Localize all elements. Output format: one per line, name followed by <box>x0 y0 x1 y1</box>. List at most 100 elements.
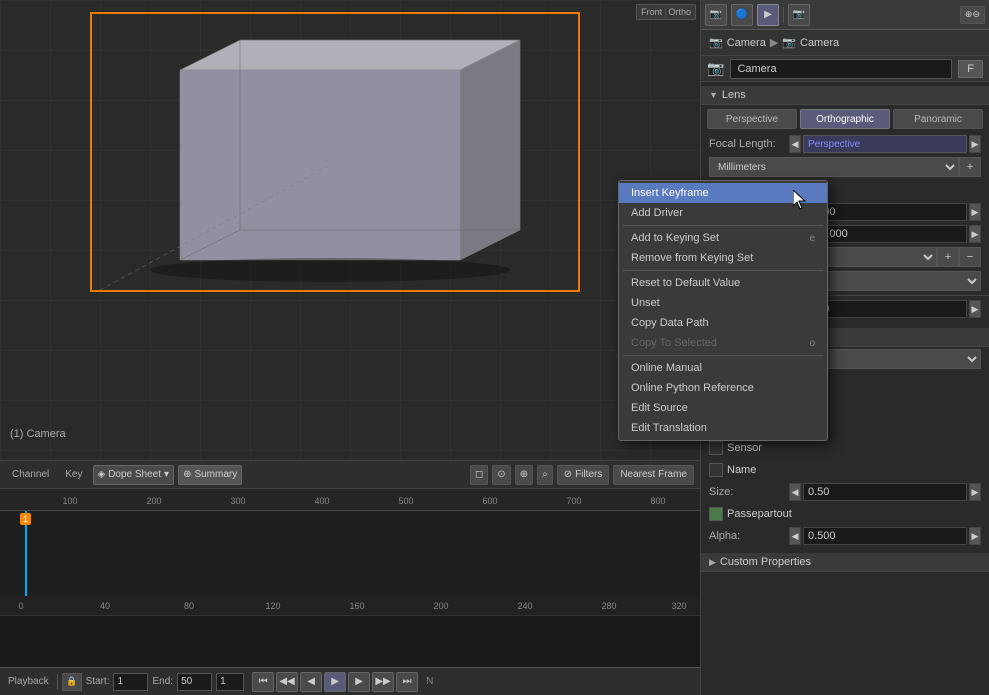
render-icon-btn[interactable]: 📷 <box>705 4 727 26</box>
panel-options-btn[interactable]: ⊕⊖ <box>960 6 985 24</box>
tab-panoramic[interactable]: Panoramic <box>893 109 983 129</box>
camera-type-icon: 📷 <box>707 60 724 77</box>
timeline-content[interactable]: 1 <box>0 511 700 596</box>
end-inc[interactable]: ▶ <box>969 225 981 243</box>
camera-icon-breadcrumb: 📷 <box>709 36 723 49</box>
next-keyframe-btn[interactable]: ▶▶ <box>372 672 394 692</box>
lock-btn[interactable]: 🔒 <box>62 673 82 691</box>
world-icon-btn[interactable]: ▶ <box>757 4 779 26</box>
prev-keyframe-btn[interactable]: ◀◀ <box>276 672 298 692</box>
next-frame-btn[interactable]: ▶ <box>348 672 370 692</box>
focal-length-inc[interactable]: ▶ <box>969 135 981 153</box>
ctx-reset-default[interactable]: Reset to Default Value <box>619 273 827 293</box>
size-label: Size: <box>709 486 789 498</box>
custom-props-header[interactable]: ▶ Custom Properties <box>701 553 989 572</box>
start-frame-input[interactable] <box>113 673 148 691</box>
viewport[interactable]: (1) Camera Front | Ortho <box>0 0 700 460</box>
alpha-dec[interactable]: ◀ <box>789 527 801 545</box>
viewport-nav[interactable]: Front | Ortho <box>636 4 696 20</box>
size-control: ◀ ▶ <box>789 483 981 501</box>
scene-icon-btn[interactable]: 🔵 <box>731 4 753 26</box>
select-mode-btn[interactable]: ◻ <box>470 465 488 485</box>
millimeters-row: Millimeters + <box>701 155 989 179</box>
end-frame-input[interactable] <box>177 673 212 691</box>
breadcrumb-item-2[interactable]: Camera <box>800 37 839 49</box>
add-preset-btn[interactable]: + <box>959 157 981 177</box>
lens-tabs: Perspective Orthographic Panoramic <box>701 105 989 133</box>
rp-sep1 <box>783 7 784 23</box>
summary-btn[interactable]: ⊕ Summary <box>178 465 242 485</box>
ctx-copy-data-path[interactable]: Copy Data Path <box>619 313 827 333</box>
summary-icon: ⊕ <box>183 469 191 480</box>
ctx-online-manual[interactable]: Online Manual <box>619 358 827 378</box>
ruler-800: 800 <box>650 496 665 506</box>
distance-inc[interactable]: ▶ <box>969 300 981 318</box>
sensor-checkbox-item: Sensor <box>709 441 762 455</box>
alpha-row: Alpha: ◀ ▶ <box>701 525 989 547</box>
nav-front[interactable]: Front <box>641 7 662 17</box>
zoom-btn[interactable]: ⌕ <box>537 465 553 485</box>
ctx-copy-shortcut: o <box>809 338 815 349</box>
lens-header[interactable]: ▼ Lens <box>701 86 989 105</box>
nav-ortho[interactable]: Ortho <box>668 7 691 17</box>
sec-40: 40 <box>100 601 110 611</box>
tab-orthographic[interactable]: Orthographic <box>800 109 890 129</box>
sensor-display-label: Sensor <box>727 442 762 454</box>
alpha-inc[interactable]: ▶ <box>969 527 981 545</box>
sec-160: 160 <box>349 601 364 611</box>
breadcrumb: 📷 Camera ▶ 📷 Camera <box>701 30 989 56</box>
dope-sheet-arrow: ▾ <box>164 469 169 480</box>
size-input[interactable] <box>803 483 967 501</box>
prev-frame-btn[interactable]: ◀ <box>300 672 322 692</box>
current-frame-input[interactable] <box>216 673 244 691</box>
ctx-sep1 <box>623 225 823 226</box>
nearest-frame-btn[interactable]: Nearest Frame <box>613 465 694 485</box>
onion-btn[interactable]: ⊙ <box>492 465 510 485</box>
ctx-add-keying-set[interactable]: Add to Keying Set e <box>619 228 827 248</box>
timeline-ruler: 100 200 300 400 500 600 700 800 <box>0 489 700 511</box>
ctx-insert-keyframe[interactable]: Insert Keyframe <box>619 183 827 203</box>
playback-bar: Playback 🔒 Start: End: ⏮ ◀◀ ◀ ▶ ▶ ▶▶ ⏭ N <box>0 667 700 695</box>
millimeters-select[interactable]: Millimeters <box>709 157 959 177</box>
size-dec[interactable]: ◀ <box>789 483 801 501</box>
alpha-input[interactable] <box>803 527 967 545</box>
focal-length-value[interactable]: Perspective <box>803 135 967 153</box>
name-checkbox[interactable] <box>709 463 723 477</box>
jump-start-btn[interactable]: ⏮ <box>252 672 274 692</box>
breadcrumb-item-1[interactable]: Camera <box>727 37 766 49</box>
passepartout-label: Passepartout <box>727 508 792 520</box>
ctx-unset[interactable]: Unset <box>619 293 827 313</box>
sec-0: 0 <box>18 601 23 611</box>
size-inc[interactable]: ▶ <box>969 483 981 501</box>
tab-perspective[interactable]: Perspective <box>707 109 797 129</box>
ctx-sep3 <box>623 355 823 356</box>
ctx-edit-source[interactable]: Edit Source <box>619 398 827 418</box>
timeline[interactable]: Channel Key ◈ Dope Sheet ▾ ⊕ Summary ◻ ⊙… <box>0 460 700 615</box>
ctx-remove-keying-set[interactable]: Remove from Keying Set <box>619 248 827 268</box>
key-label: Key <box>59 465 88 485</box>
focal-length-control: ◀ Perspective ▶ <box>789 135 981 153</box>
focal-length-dec[interactable]: ◀ <box>789 135 801 153</box>
add-camera-preset-btn[interactable]: + <box>937 247 959 267</box>
remove-camera-preset-btn[interactable]: − <box>959 247 981 267</box>
ruler-200: 200 <box>146 496 161 506</box>
ctx-edit-translation[interactable]: Edit Translation <box>619 418 827 438</box>
ctx-online-python[interactable]: Online Python Reference <box>619 378 827 398</box>
ctx-copy-to-selected[interactable]: Copy To Selected o <box>619 333 827 353</box>
sensor-display-checkbox[interactable] <box>709 441 723 455</box>
object-data-btn[interactable]: 📷 <box>788 4 810 26</box>
passepartout-row: Passepartout <box>701 503 989 525</box>
name-label: Name <box>727 464 756 476</box>
filters-btn[interactable]: ⊘ Filters <box>557 465 610 485</box>
context-menu: Insert Keyframe Add Driver Add to Keying… <box>618 180 828 441</box>
camera-name-input[interactable] <box>730 59 952 79</box>
end-label: End: <box>152 676 173 687</box>
dope-sheet-select[interactable]: ◈ Dope Sheet ▾ <box>93 465 175 485</box>
fake-user-btn[interactable]: F <box>958 60 983 78</box>
ctx-add-driver[interactable]: Add Driver <box>619 203 827 223</box>
play-btn[interactable]: ▶ <box>324 672 346 692</box>
jump-end-btn[interactable]: ⏭ <box>396 672 418 692</box>
passepartout-checkbox[interactable] <box>709 507 723 521</box>
start-inc[interactable]: ▶ <box>969 203 981 221</box>
magnify-btn[interactable]: ⊕ <box>515 465 533 485</box>
